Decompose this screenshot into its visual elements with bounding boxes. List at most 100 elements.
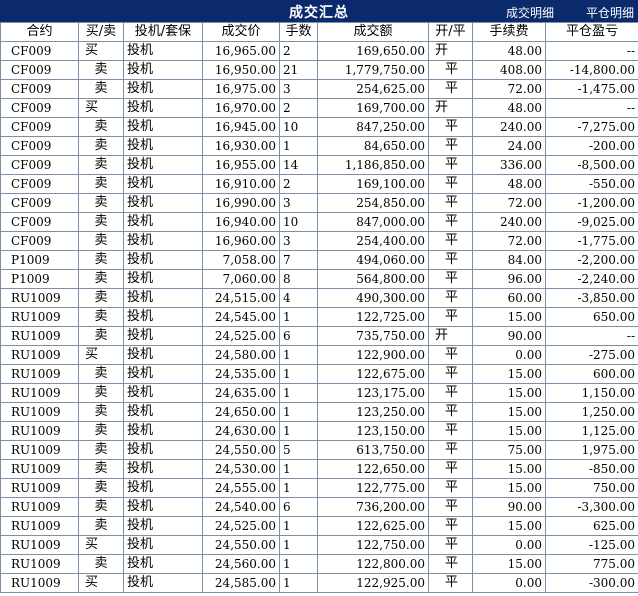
table-row[interactable]: RU1009 卖投机 24,515.00 4 490,300.00 平 60.00 -3,85…	[0, 288, 638, 308]
table-row[interactable]: CF009 卖投机 16,940.00 10 847,000.00 平 240.00 -9,0…	[0, 212, 638, 232]
table-row[interactable]: RU1009 卖投机 24,550.00 5 613,750.00 平 75.00 1,975…	[0, 440, 638, 460]
open-close-cell: 平	[428, 383, 473, 403]
turnover-cell: 847,250.00	[317, 117, 429, 137]
close-position-detail-link[interactable]: 平仓明细	[586, 4, 634, 21]
hedge-flag-cell: 投机	[123, 307, 203, 327]
turnover-cell: 494,060.00	[317, 250, 429, 270]
side-cell: 卖	[78, 364, 124, 384]
contract-cell: RU1009	[0, 459, 79, 479]
table-row[interactable]: CF009 卖投机 16,975.00 3 254,625.00 平 72.00 -1,475…	[0, 79, 638, 99]
column-header-close-pnl[interactable]: 平仓盈亏	[545, 22, 638, 42]
table-row[interactable]: P1009 卖投机 7,058.00 7 494,060.00 平 84.00 -2,200.…	[0, 250, 638, 270]
table-row[interactable]: CF009 卖投机 16,930.00 1 84,650.00 平 24.00 -200.00	[0, 136, 638, 156]
hedge-flag-cell: 投机	[123, 478, 203, 498]
table-row[interactable]: RU1009 卖投机 24,535.00 1 122,675.00 平 15.00 600.0…	[0, 364, 638, 384]
contract-cell: RU1009	[0, 516, 79, 536]
fee-cell: 48.00	[472, 98, 546, 118]
column-header-lots[interactable]: 手数	[279, 22, 318, 42]
table-row[interactable]: RU1009 卖投机 24,555.00 1 122,775.00 平 15.00 750.0…	[0, 478, 638, 498]
side-cell: 买	[78, 573, 124, 593]
table-row[interactable]: RU1009 卖投机 24,650.00 1 123,250.00 平 15.00 1,250…	[0, 402, 638, 422]
lots-cell: 7	[279, 250, 318, 270]
open-close-cell: 开	[428, 41, 473, 61]
table-row[interactable]: CF009 卖投机 16,990.00 3 254,850.00 平 72.00 -1,200…	[0, 193, 638, 213]
price-cell: 24,525.00	[202, 326, 280, 346]
hedge-flag-cell: 投机	[123, 193, 203, 213]
side-cell: 卖	[78, 136, 124, 156]
column-header-price[interactable]: 成交价	[202, 22, 280, 42]
fee-cell: 0.00	[472, 535, 546, 555]
trade-detail-link[interactable]: 成交明细	[506, 4, 554, 21]
table-row[interactable]: RU1009 卖投机 24,545.00 1 122,725.00 平 15.00 650.0…	[0, 307, 638, 327]
contract-cell: RU1009	[0, 554, 79, 574]
price-cell: 24,515.00	[202, 288, 280, 308]
open-close-cell: 平	[428, 136, 473, 156]
side-cell: 卖	[78, 440, 124, 460]
table-row[interactable]: CF009 卖投机 16,950.00 21 1,779,750.00 平 408.00 -1…	[0, 60, 638, 80]
hedge-flag-cell: 投机	[123, 250, 203, 270]
table-row[interactable]: CF009 卖投机 16,945.00 10 847,250.00 平 240.00 -7,2…	[0, 117, 638, 137]
lots-cell: 1	[279, 345, 318, 365]
column-header-open-close[interactable]: 开/平	[428, 22, 473, 42]
table-row[interactable]: RU1009 卖投机 24,525.00 1 122,625.00 平 15.00 625.0…	[0, 516, 638, 536]
fee-cell: 72.00	[472, 193, 546, 213]
hedge-flag-cell: 投机	[123, 136, 203, 156]
hedge-flag-cell: 投机	[123, 573, 203, 593]
table-row[interactable]: RU1009 买投机 24,585.00 1 122,925.00 平 0.00 -300.0…	[0, 573, 638, 593]
column-header-hedge-flag[interactable]: 投机/套保	[123, 22, 203, 42]
close-pnl-cell: -275.00	[545, 345, 638, 365]
column-header-fee[interactable]: 手续费	[472, 22, 546, 42]
price-cell: 24,535.00	[202, 364, 280, 384]
table-row[interactable]: P1009 卖投机 7,060.00 8 564,800.00 平 96.00 -2,240.…	[0, 269, 638, 289]
turnover-cell: 122,925.00	[317, 573, 429, 593]
open-close-cell: 平	[428, 364, 473, 384]
table-row[interactable]: CF009 卖投机 16,910.00 2 169,100.00 平 48.00 -550.0…	[0, 174, 638, 194]
table-row[interactable]: CF009 卖投机 16,955.00 14 1,186,850.00 平 336.00 -8…	[0, 155, 638, 175]
price-cell: 16,945.00	[202, 117, 280, 137]
close-pnl-cell: 650.00	[545, 307, 638, 327]
column-header-turnover[interactable]: 成交额	[317, 22, 429, 42]
table-row[interactable]: CF009 卖投机 16,960.00 3 254,400.00 平 72.00 -1,775…	[0, 231, 638, 251]
price-cell: 24,650.00	[202, 402, 280, 422]
contract-cell: RU1009	[0, 288, 79, 308]
contract-cell: RU1009	[0, 307, 79, 327]
open-close-cell: 平	[428, 307, 473, 327]
open-close-cell: 平	[428, 174, 473, 194]
hedge-flag-cell: 投机	[123, 98, 203, 118]
open-close-cell: 平	[428, 421, 473, 441]
table-row[interactable]: RU1009 卖投机 24,540.00 6 736,200.00 平 90.00 -3,30…	[0, 497, 638, 517]
table-row[interactable]: CF009 买投机 16,970.00 2 169,700.00 开 48.00 --	[0, 98, 638, 118]
table-row[interactable]: CF009 买投机 16,965.00 2 169,650.00 开 48.00 --	[0, 41, 638, 61]
hedge-flag-cell: 投机	[123, 41, 203, 61]
table-row[interactable]: RU1009 卖投机 24,635.00 1 123,175.00 平 15.00 1,150…	[0, 383, 638, 403]
turnover-cell: 1,779,750.00	[317, 60, 429, 80]
open-close-cell: 平	[428, 535, 473, 555]
lots-cell: 1	[279, 573, 318, 593]
close-pnl-cell: -2,200.00	[545, 250, 638, 270]
column-header-side[interactable]: 买/卖	[78, 22, 124, 42]
turnover-cell: 169,100.00	[317, 174, 429, 194]
close-pnl-cell: 775.00	[545, 554, 638, 574]
lots-cell: 1	[279, 402, 318, 422]
table-row[interactable]: RU1009 卖投机 24,560.00 1 122,800.00 平 15.00 775.0…	[0, 554, 638, 574]
fee-cell: 15.00	[472, 459, 546, 479]
table-row[interactable]: RU1009 卖投机 24,525.00 6 735,750.00 开 90.00 --	[0, 326, 638, 346]
table-row[interactable]: RU1009 卖投机 24,530.00 1 122,650.00 平 15.00 -850.…	[0, 459, 638, 479]
close-pnl-cell: -200.00	[545, 136, 638, 156]
table-row[interactable]: RU1009 买投机 24,550.00 1 122,750.00 平 0.00 -125.0…	[0, 535, 638, 555]
price-cell: 24,560.00	[202, 554, 280, 574]
price-cell: 7,060.00	[202, 269, 280, 289]
contract-cell: RU1009	[0, 535, 79, 555]
table-row[interactable]: RU1009 买投机 24,580.00 1 122,900.00 平 0.00 -275.0…	[0, 345, 638, 365]
open-close-cell: 平	[428, 459, 473, 479]
lots-cell: 1	[279, 421, 318, 441]
side-cell: 卖	[78, 117, 124, 137]
column-header-contract[interactable]: 合约	[0, 22, 79, 42]
lots-cell: 21	[279, 60, 318, 80]
price-cell: 24,540.00	[202, 497, 280, 517]
table-row[interactable]: RU1009 卖投机 24,630.00 1 123,150.00 平 15.00 1,125…	[0, 421, 638, 441]
fee-cell: 15.00	[472, 421, 546, 441]
contract-cell: RU1009	[0, 383, 79, 403]
lots-cell: 2	[279, 98, 318, 118]
lots-cell: 1	[279, 307, 318, 327]
